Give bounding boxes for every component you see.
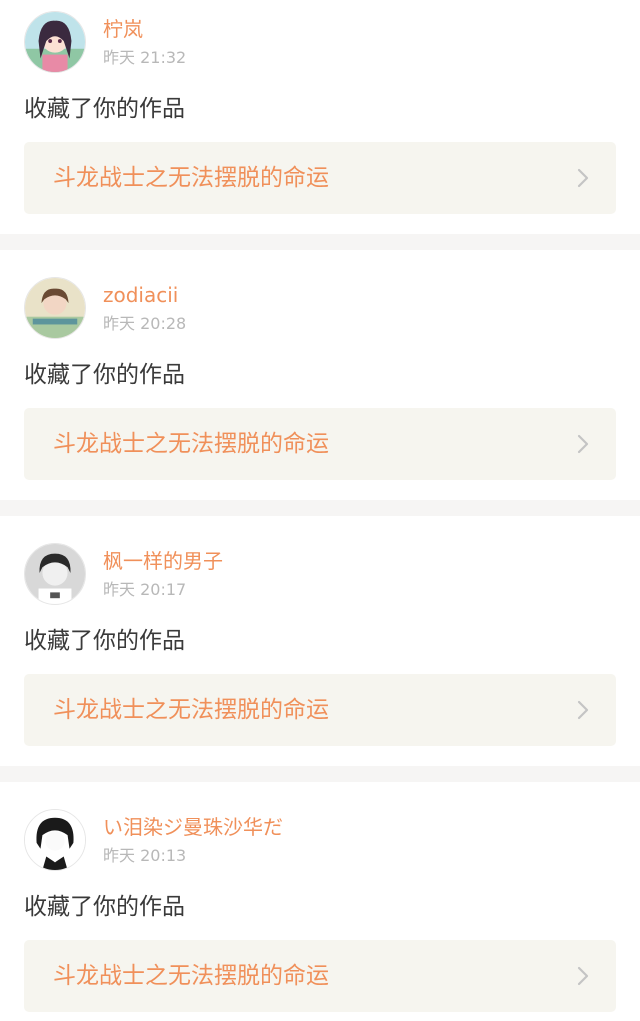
- work-title: 斗龙战士之无法摆脱的命运: [53, 165, 329, 191]
- work-card[interactable]: 斗龙战士之无法摆脱的命运: [24, 408, 616, 480]
- notification-item: 柠岚 昨天 21:32 收藏了你的作品 斗龙战士之无法摆脱的命运: [0, 0, 640, 234]
- notification-feed: 柠岚 昨天 21:32 收藏了你的作品 斗龙战士之无法摆脱的命运 zodiaci…: [0, 0, 640, 1021]
- work-card[interactable]: 斗龙战士之无法摆脱的命运: [24, 142, 616, 214]
- section-separator: [0, 766, 640, 782]
- user-avatar[interactable]: [24, 11, 86, 73]
- notification-item: 枫一样的男子 昨天 20:17 收藏了你的作品 斗龙战士之无法摆脱的命运: [0, 532, 640, 766]
- action-text: 收藏了你的作品: [24, 362, 185, 388]
- username[interactable]: い泪染ジ曼珠沙华だ: [103, 814, 283, 840]
- chevron-right-icon: [577, 700, 589, 720]
- chevron-right-icon: [577, 966, 589, 986]
- username[interactable]: 柠岚: [103, 16, 143, 42]
- chevron-right-icon: [577, 168, 589, 188]
- username[interactable]: zodiacii: [103, 282, 178, 308]
- avatar-anime-girl-icon: [25, 12, 85, 72]
- action-text: 收藏了你的作品: [24, 894, 185, 920]
- work-title: 斗龙战士之无法摆脱的命运: [53, 963, 329, 989]
- avatar-photo-girl-icon: [25, 278, 85, 338]
- work-card[interactable]: 斗龙战士之无法摆脱的命运: [24, 674, 616, 746]
- work-title: 斗龙战士之无法摆脱的命运: [53, 697, 329, 723]
- action-text: 收藏了你的作品: [24, 628, 185, 654]
- action-text: 收藏了你的作品: [24, 96, 185, 122]
- user-avatar[interactable]: [24, 809, 86, 871]
- user-avatar[interactable]: [24, 543, 86, 605]
- notification-item: い泪染ジ曼珠沙华だ 昨天 20:13 收藏了你的作品 斗龙战士之无法摆脱的命运: [0, 798, 640, 1021]
- notification-item: zodiacii 昨天 20:28 收藏了你的作品 斗龙战士之无法摆脱的命运: [0, 266, 640, 500]
- avatar-bw-boy-icon: [25, 544, 85, 604]
- section-separator: [0, 234, 640, 250]
- work-title: 斗龙战士之无法摆脱的命运: [53, 431, 329, 457]
- avatar-bw-anime-icon: [25, 810, 85, 870]
- timestamp: 昨天 21:32: [103, 48, 187, 67]
- timestamp: 昨天 20:13: [103, 846, 187, 865]
- chevron-right-icon: [577, 434, 589, 454]
- work-card[interactable]: 斗龙战士之无法摆脱的命运: [24, 940, 616, 1012]
- section-separator: [0, 500, 640, 516]
- username[interactable]: 枫一样的男子: [103, 548, 223, 574]
- timestamp: 昨天 20:17: [103, 580, 187, 599]
- user-avatar[interactable]: [24, 277, 86, 339]
- timestamp: 昨天 20:28: [103, 314, 187, 333]
